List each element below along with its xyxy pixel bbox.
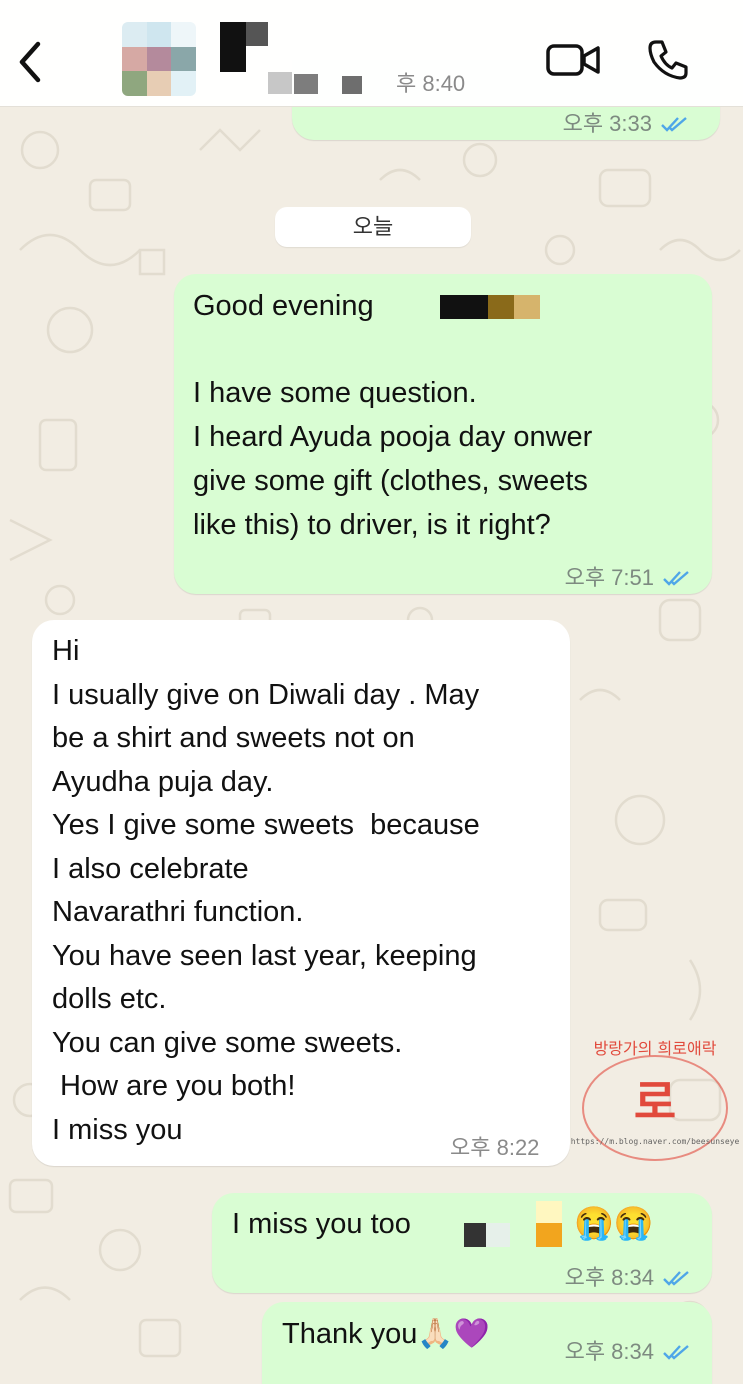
message-line: give some gift (clothes, sweets <box>193 465 588 497</box>
redacted-emoji <box>536 1201 562 1247</box>
message-line: You can give some sweets. <box>52 1027 403 1059</box>
message-time: 오후 8:34 <box>564 1339 654 1364</box>
crying-emoji: 😭😭 <box>574 1205 654 1241</box>
read-ticks-icon <box>663 1344 689 1360</box>
last-seen-status: 후 8:40 <box>396 71 466 96</box>
watermark-top-text: 방랑가의 희로애락 <box>594 1039 717 1058</box>
message-line: I heard Ayuda pooja day onwer <box>193 421 593 453</box>
message-line: I miss you <box>52 1114 183 1146</box>
message-meta: 오후 8:34 <box>565 1330 692 1374</box>
message-line: be a shirt and sweets not on <box>52 722 415 754</box>
message-line: How are you both! <box>52 1070 296 1102</box>
message-time: 오후 8:22 <box>450 1135 540 1160</box>
read-ticks-icon <box>663 1270 689 1286</box>
message-line: I usually give on Diwali day . May <box>52 679 480 711</box>
phone-icon <box>648 40 688 80</box>
message-time: 오후 8:34 <box>564 1265 654 1290</box>
message-line: like this) to driver, is it right? <box>193 509 551 541</box>
message-bubble-outgoing[interactable]: Thank you🙏🏻💜 오후 8:34 <box>262 1302 712 1384</box>
chevron-left-icon <box>19 41 41 83</box>
contact-avatar[interactable] <box>122 22 196 96</box>
message-bubble-outgoing[interactable]: Good evening I have some question. I hea… <box>174 274 712 594</box>
message-text: Thank you🙏🏻💜 <box>282 1318 490 1350</box>
video-camera-icon <box>546 44 600 76</box>
video-call-button[interactable] <box>544 38 604 82</box>
date-separator: 오늘 <box>275 207 471 247</box>
message-line: You have seen last year, keeping <box>52 940 477 972</box>
read-ticks-icon <box>661 116 687 132</box>
blog-watermark-stamp: 방랑가의 희로애락 로 https://m.blog.naver.com/bee… <box>571 1039 740 1161</box>
message-bubble-incoming[interactable]: Hi I usually give on Diwali day . May be… <box>32 620 570 1166</box>
message-line: dolls etc. <box>52 983 167 1015</box>
message-line: Navarathri function. <box>52 896 304 928</box>
message-meta: 오후 7:51 <box>565 556 692 600</box>
chat-header: 후 8:40 <box>0 0 743 107</box>
contact-name-redacted[interactable] <box>220 22 380 98</box>
message-text: I miss you too <box>232 1208 411 1240</box>
watermark-center-char: 로 <box>634 1075 676 1129</box>
read-ticks-icon <box>663 570 689 586</box>
back-button[interactable] <box>12 38 52 86</box>
message-bubble-outgoing[interactable]: I miss you too 😭😭 오후 8:34 <box>212 1193 712 1293</box>
voice-call-button[interactable] <box>644 36 692 84</box>
message-meta: 오후 8:34 <box>565 1256 692 1300</box>
message-line: I have some question. <box>193 377 477 409</box>
message-line: Yes I give some sweets because <box>52 809 480 841</box>
message-time: 오후 3:33 <box>562 111 652 136</box>
message-line: Hi <box>52 635 80 667</box>
message-line: I also celebrate <box>52 853 249 885</box>
message-greeting: Good evening <box>193 290 374 322</box>
message-line: Ayudha puja day. <box>52 766 274 798</box>
message-meta: 오후 3:33 <box>563 102 690 146</box>
message-meta: 오후 8:22 <box>450 1126 539 1170</box>
message-time: 오후 7:51 <box>564 565 654 590</box>
redacted-name <box>464 1223 534 1247</box>
watermark-bottom-text: https://m.blog.naver.com/beesunseye <box>571 1137 740 1146</box>
redacted-name <box>440 295 540 319</box>
